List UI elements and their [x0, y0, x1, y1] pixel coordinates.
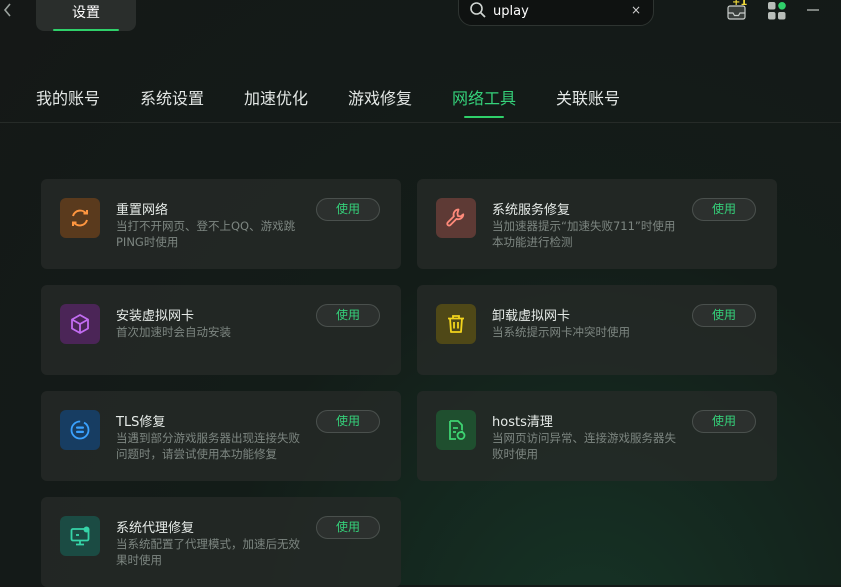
use-button[interactable]: 使用 [692, 198, 756, 221]
tool-card-reset-network: 重置网络 当打不开网页、登不上QQ、游戏跳PING时使用 使用 [41, 179, 401, 269]
tool-card-install-virtual-nic: 安装虚拟网卡 首次加速时会自动安装 使用 [41, 285, 401, 375]
tab-linked-accounts[interactable]: 关联账号 [556, 85, 620, 109]
tool-description: 当遇到部分游戏服务器出现连接失败问题时，请尝试使用本功能修复 [116, 431, 300, 461]
trash-icon [436, 304, 476, 344]
tool-description: 当打不开网页、登不上QQ、游戏跳PING时使用 [116, 219, 296, 249]
tool-name: 系统服务修复 [492, 203, 571, 218]
tool-card-uninstall-virtual-nic: 卸载虚拟网卡 当系统提示网卡冲突时使用 使用 [417, 285, 777, 375]
clear-search-button[interactable]: × [631, 3, 641, 17]
search-icon [469, 1, 487, 19]
tool-card-tls-repair: TLS修复 当遇到部分游戏服务器出现连接失败问题时，请尝试使用本功能修复 使用 [41, 391, 401, 481]
apps-grid-icon[interactable] [767, 1, 789, 23]
search-input[interactable] [493, 1, 623, 21]
tool-name: 安装虚拟网卡 [116, 309, 195, 324]
tool-name: 系统代理修复 [116, 521, 195, 536]
tool-card-system-service-repair: 系统服务修复 当加速器提示“加速失败711”时使用本功能进行检测 使用 [417, 179, 777, 269]
tool-name: TLS修复 [116, 415, 166, 430]
tab-acceleration[interactable]: 加速优化 [244, 85, 308, 109]
tool-name: 卸载虚拟网卡 [492, 309, 571, 324]
tool-description: 当系统配置了代理模式，加速后无效果时使用 [116, 537, 300, 567]
tab-system-settings[interactable]: 系统设置 [140, 85, 204, 109]
tool-card-hosts-cleanup: hosts清理 当网页访问异常、连接游戏服务器失败时使用 使用 [417, 391, 777, 481]
use-button[interactable]: 使用 [692, 304, 756, 327]
title-bar: 设置 × +1 [0, 0, 841, 36]
chevron-left-icon[interactable] [2, 2, 18, 22]
use-button[interactable]: 使用 [316, 304, 380, 327]
tool-name: hosts清理 [492, 415, 553, 430]
tool-description: 当网页访问异常、连接游戏服务器失败时使用 [492, 431, 676, 461]
tool-description: 当系统提示网卡冲突时使用 [492, 325, 630, 339]
tool-description: 当加速器提示“加速失败711”时使用本功能进行检测 [492, 219, 676, 249]
settings-tab-bar: 我的账号 系统设置 加速优化 游戏修复 网络工具 关联账号 [0, 80, 841, 123]
minimize-icon[interactable] [806, 0, 828, 22]
settings-title-tab[interactable]: 设置 [36, 0, 136, 31]
shield-list-icon [60, 410, 100, 450]
monitor-icon [60, 516, 100, 556]
cube-icon [60, 304, 100, 344]
active-tab-indicator [464, 116, 504, 118]
tab-network-tools[interactable]: 网络工具 [452, 85, 516, 109]
tab-game-repair[interactable]: 游戏修复 [348, 85, 412, 109]
file-refresh-icon [436, 410, 476, 450]
use-button[interactable]: 使用 [692, 410, 756, 433]
refresh-icon [60, 198, 100, 238]
search-box[interactable]: × [458, 0, 654, 26]
tool-name: 重置网络 [116, 203, 169, 218]
use-button[interactable]: 使用 [316, 516, 380, 539]
tool-description: 首次加速时会自动安装 [116, 325, 231, 339]
notification-badge: +1 [732, 0, 748, 8]
tab-my-account[interactable]: 我的账号 [36, 85, 100, 109]
use-button[interactable]: 使用 [316, 198, 380, 221]
wrench-icon [436, 198, 476, 238]
tool-card-system-proxy-repair: 系统代理修复 当系统配置了代理模式，加速后无效果时使用 使用 [41, 497, 401, 587]
use-button[interactable]: 使用 [316, 410, 380, 433]
